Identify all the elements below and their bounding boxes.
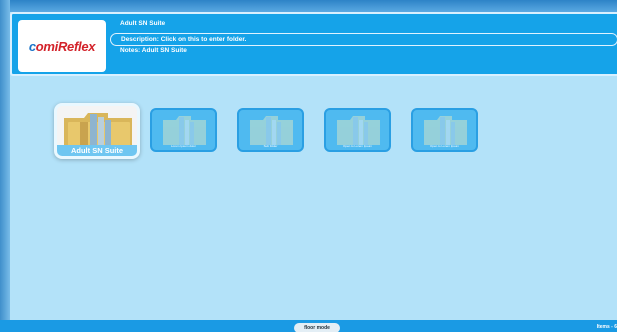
logo-letter: c — [28, 38, 36, 54]
folder-tile-2[interactable]: Lorem Ipsum dolor — [150, 108, 217, 152]
folder-tile-adult-sn-suite[interactable]: Adult SN Suite — [54, 103, 140, 159]
tile-label: Sub folder — [263, 144, 278, 148]
window-left-frame — [0, 0, 10, 332]
logo: comiReflex — [18, 20, 106, 72]
folder-notes: Notes: Adult SN Suite — [120, 47, 187, 54]
items-count: Items - 6 — [596, 324, 617, 330]
footer-bar: floor mode Items - 6 — [0, 320, 617, 332]
floor-mode-button[interactable]: floor mode — [294, 323, 340, 332]
folder-title: Adult SN Suite — [120, 20, 166, 27]
folder-icon — [163, 116, 206, 145]
tile-label: Adult SN Suite — [57, 145, 137, 156]
folder-description: Description: Click on this to enter fold… — [110, 33, 617, 46]
folder-tile-5[interactable]: Open to Lorem Ipsum — [411, 108, 478, 152]
folder-icon — [64, 113, 132, 148]
logo-text: comiReflex — [28, 38, 96, 54]
logo-word: omiReflex — [35, 38, 96, 54]
header-panel: comiReflex Adult SN Suite Description: C… — [10, 12, 617, 76]
tile-label: Open to Lorem Ipsum — [429, 144, 459, 148]
tile-label: Lorem Ipsum dolor — [170, 144, 196, 148]
folder-icon — [250, 116, 293, 145]
window-top-frame — [0, 0, 617, 12]
tile-label: Open to Lorem Ipsum — [342, 144, 372, 148]
folder-icon — [337, 116, 380, 145]
folder-icon — [424, 116, 467, 145]
folder-tile-3[interactable]: Sub folder — [237, 108, 304, 152]
folder-tile-4[interactable]: Open to Lorem Ipsum — [324, 108, 391, 152]
